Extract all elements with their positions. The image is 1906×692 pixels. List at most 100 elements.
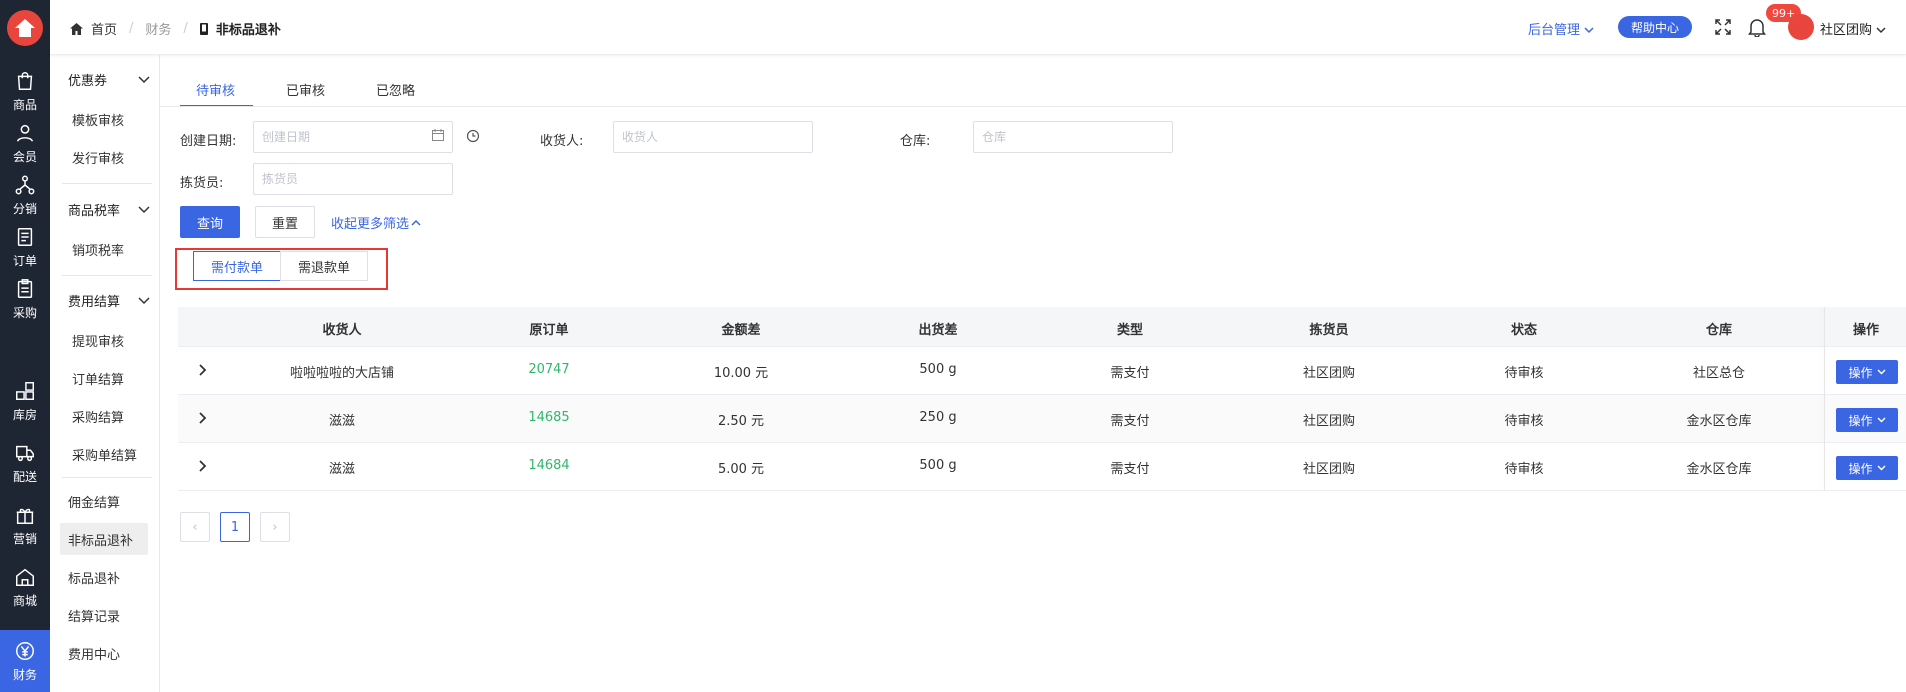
cell-amount-diff: 5.00 元 xyxy=(717,462,765,477)
breadcrumb-finance[interactable]: 财务 xyxy=(145,19,171,38)
bag-icon xyxy=(17,71,33,90)
row-action-label: 操作 xyxy=(1848,461,1873,476)
segment-payment-required[interactable]: 需付款单 xyxy=(193,251,281,281)
chevron-down-icon xyxy=(138,296,150,304)
col-header-picker: 拣货员 xyxy=(1309,323,1349,338)
submenu-group-tax-rate[interactable]: 商品税率 xyxy=(68,200,150,219)
chevron-right-icon[interactable] xyxy=(198,364,208,376)
rail-label: 分销 xyxy=(12,201,37,216)
rail-label: 会员 xyxy=(12,149,37,164)
submenu-item-commission[interactable]: 佣金结算 xyxy=(68,492,120,511)
warehouse-input[interactable] xyxy=(973,121,1173,153)
breadcrumb-home[interactable]: 首页 xyxy=(91,19,117,38)
yen-icon xyxy=(16,641,34,660)
brand-logo[interactable] xyxy=(7,10,43,46)
table-row: 啦啦啦啦的大店铺 20747 10.00 元 500 g 需支付 社区团购 待审… xyxy=(178,347,1906,395)
home-icon xyxy=(70,22,83,35)
submenu-group-coupons[interactable]: 优惠券 xyxy=(68,70,150,89)
cell-receiver: 滋滋 xyxy=(328,414,356,429)
chevron-down-icon xyxy=(1877,417,1885,423)
submenu-item-issue-review[interactable]: 发行审核 xyxy=(72,148,124,167)
row-action-label: 操作 xyxy=(1848,365,1873,380)
rail-label: 商城 xyxy=(12,593,37,608)
cell-type: 需支付 xyxy=(1110,462,1150,477)
clock-icon[interactable] xyxy=(466,129,480,143)
rail-item-marketing[interactable]: 营销 xyxy=(0,494,50,556)
cell-warehouse: 金水区仓库 xyxy=(1686,462,1752,477)
col-header-order: 原订单 xyxy=(529,323,569,338)
tab-ignored[interactable]: 已忽略 xyxy=(376,80,415,99)
pagination-next[interactable]: › xyxy=(260,512,290,542)
rail-item-purchase[interactable]: 采购 xyxy=(0,268,50,330)
submenu-item-order-settlement[interactable]: 订单结算 xyxy=(72,369,124,388)
admin-menu-dropdown[interactable]: 后台管理 xyxy=(1528,19,1594,38)
row-action-button[interactable]: 操作 xyxy=(1836,360,1898,384)
avatar[interactable] xyxy=(1788,14,1814,40)
cell-type: 需支付 xyxy=(1110,414,1150,429)
collapse-filters-link[interactable]: 收起更多筛选 xyxy=(331,213,421,232)
cell-status: 待审核 xyxy=(1504,414,1544,429)
home-icon xyxy=(16,568,34,586)
cell-order-link[interactable]: 14684 xyxy=(528,458,569,473)
cell-weight-diff: 500 g xyxy=(919,458,957,473)
rail-item-mall[interactable]: 商城 xyxy=(0,556,50,618)
submenu-item-purchase-order-settlement[interactable]: 采购单结算 xyxy=(72,445,137,464)
pagination-page-1[interactable]: 1 xyxy=(220,512,250,542)
receiver-label: 收货人: xyxy=(540,134,584,149)
cell-picker: 社区团购 xyxy=(1302,462,1356,477)
pagination-prev[interactable]: ‹ xyxy=(180,512,210,542)
row-action-button[interactable]: 操作 xyxy=(1836,456,1898,480)
cell-order-link[interactable]: 20747 xyxy=(528,362,569,377)
col-header-status: 状态 xyxy=(1510,323,1538,338)
rail-label: 配送 xyxy=(12,469,37,484)
segment-refund-required[interactable]: 需退款单 xyxy=(280,251,368,281)
rail-label: 订单 xyxy=(12,253,37,268)
submenu-item-settlement-records[interactable]: 结算记录 xyxy=(68,606,120,625)
cell-type: 需支付 xyxy=(1110,366,1150,381)
chevron-right-icon[interactable] xyxy=(198,412,208,424)
cell-status: 待审核 xyxy=(1504,462,1544,477)
chevron-right-icon[interactable] xyxy=(198,460,208,472)
receiver-input[interactable] xyxy=(613,121,813,153)
col-header-warehouse: 仓库 xyxy=(1705,323,1733,338)
reset-button[interactable]: 重置 xyxy=(255,206,315,238)
tab-reviewed[interactable]: 已审核 xyxy=(286,80,325,99)
cell-status: 待审核 xyxy=(1504,366,1544,381)
calendar-icon[interactable] xyxy=(432,129,444,141)
admin-menu-label: 后台管理 xyxy=(1528,23,1581,38)
picker-input[interactable] xyxy=(253,163,453,195)
user-name-label: 社区团购 xyxy=(1820,23,1873,38)
tab-pending[interactable]: 待审核 xyxy=(196,80,235,99)
rail-item-finance[interactable]: 财务 xyxy=(0,630,50,692)
help-center-button[interactable]: 帮助中心 xyxy=(1618,16,1692,38)
rail-label: 采购 xyxy=(12,305,37,320)
submenu-divider xyxy=(62,183,152,184)
submenu-item-purchase-settlement[interactable]: 采购结算 xyxy=(72,407,124,426)
cell-order-link[interactable]: 14685 xyxy=(528,410,569,425)
chevron-up-icon xyxy=(411,219,421,226)
submenu-item-standard-refund[interactable]: 标品退补 xyxy=(68,568,120,587)
bell-icon[interactable] xyxy=(1748,17,1766,37)
rail-item-warehouse[interactable]: 库房 xyxy=(0,370,50,432)
breadcrumb-separator: / xyxy=(183,21,188,36)
warehouse-label: 仓库: xyxy=(900,134,931,149)
create-date-input[interactable] xyxy=(253,121,453,153)
top-header: 首页 / 财务 / 非标品退补 后台管理 帮助中心 99+ 社区团购 xyxy=(50,0,1906,55)
col-header-weight-diff: 出货差 xyxy=(918,323,958,338)
submenu-item-withdraw-review[interactable]: 提现审核 xyxy=(72,331,124,350)
fullscreen-icon[interactable] xyxy=(1715,19,1731,35)
submenu-group-fee-settlement[interactable]: 费用结算 xyxy=(68,291,150,310)
submenu-item-sales-tax[interactable]: 销项税率 xyxy=(72,240,124,259)
submenu-item-template-review[interactable]: 模板审核 xyxy=(72,110,124,129)
tabs-divider xyxy=(160,106,1906,107)
network-icon xyxy=(15,175,35,194)
user-name[interactable]: 社区团购 xyxy=(1820,19,1886,38)
grid-icon xyxy=(16,381,34,400)
house-logo-icon xyxy=(15,19,35,37)
submenu-item-nonstandard-refund[interactable]: 非标品退补 xyxy=(68,530,133,549)
query-button[interactable]: 查询 xyxy=(180,206,240,238)
row-action-button[interactable]: 操作 xyxy=(1836,408,1898,432)
submenu-item-fee-center[interactable]: 费用中心 xyxy=(68,644,120,663)
submenu-group-label: 费用结算 xyxy=(68,295,121,310)
rail-item-delivery[interactable]: 配送 xyxy=(0,432,50,494)
